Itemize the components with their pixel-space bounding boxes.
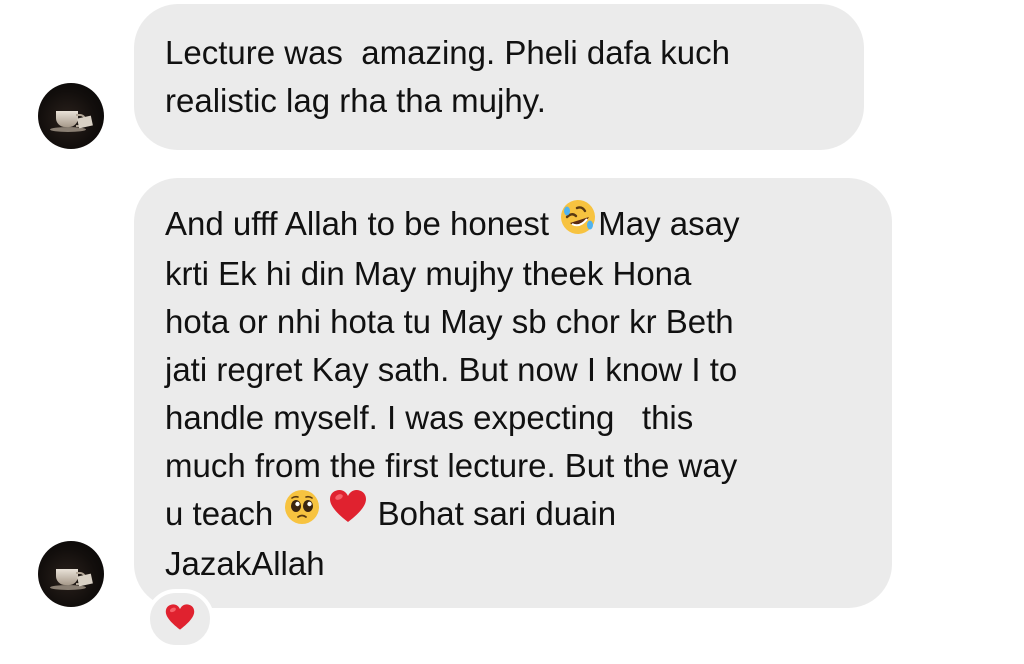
- message-text-line: handle myself. I was expecting this: [165, 398, 694, 436]
- pleading-face-icon: [282, 487, 322, 540]
- message-text-line: And ufff Allah to be honest May asay: [165, 197, 862, 250]
- message-text-line: u teach Bohat sari duain: [165, 487, 862, 540]
- message-bubble[interactable]: And ufff Allah to be honest May asay krt…: [134, 178, 892, 608]
- avatar-cup-graphic: [56, 111, 78, 127]
- red-heart-icon: [164, 602, 196, 637]
- chat-thread: Lecture was amazing. Pheli dafa kuch rea…: [0, 0, 1024, 664]
- sender-avatar[interactable]: [38, 541, 104, 607]
- avatar-cup-graphic: [56, 569, 78, 585]
- message-text-line: realistic lag rha tha mujhy.: [165, 82, 546, 119]
- message-text-line: krti Ek hi din May mujhy theek Hona: [165, 254, 692, 292]
- message-text-line: hota or nhi hota tu May sb chor kr Beth: [165, 302, 734, 340]
- rolling-on-floor-laughing-icon: [558, 197, 598, 250]
- message-text-line: jati regret Kay sath. But now I know I t…: [165, 350, 738, 388]
- sender-avatar[interactable]: [38, 83, 104, 149]
- message-text-line: Lecture was amazing. Pheli dafa kuch: [165, 34, 730, 71]
- message-bubble[interactable]: Lecture was amazing. Pheli dafa kuch rea…: [134, 4, 864, 150]
- heart-reaction-badge[interactable]: [146, 589, 214, 649]
- message-text-line: JazakAllah: [165, 544, 325, 582]
- message-text-line: much from the first lecture. But the way: [165, 446, 738, 484]
- red-heart-icon: [328, 487, 368, 540]
